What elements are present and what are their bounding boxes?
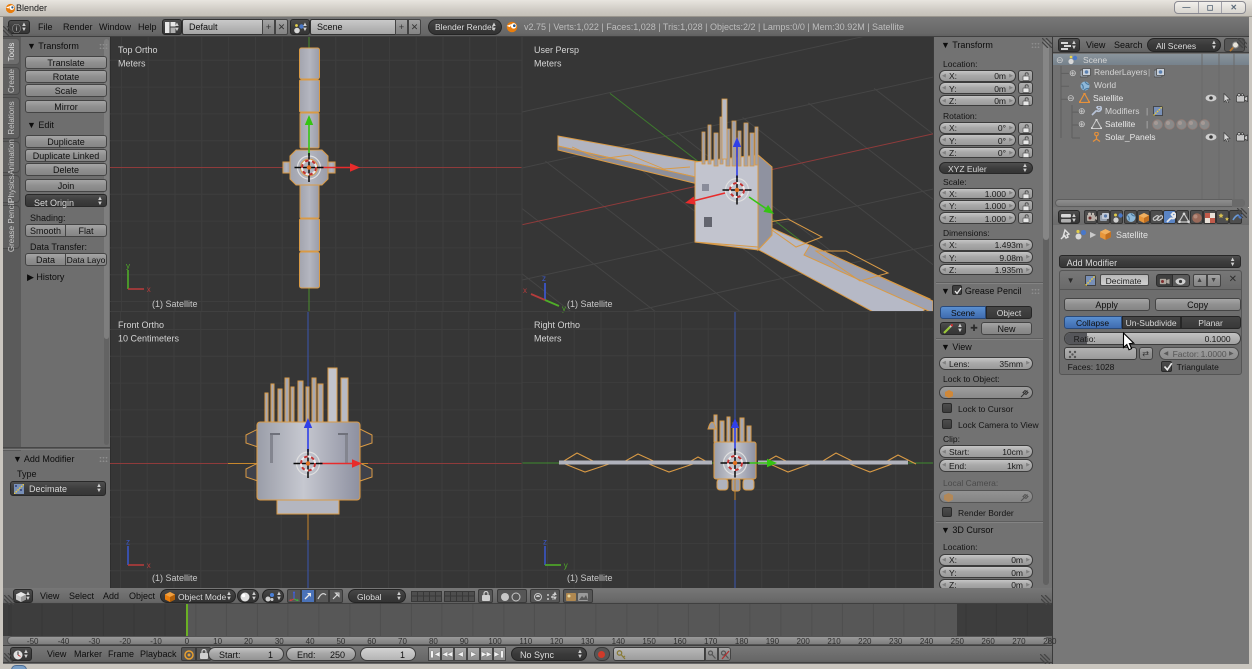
- svg-text:(1) Satellite: (1) Satellite: [152, 299, 198, 309]
- svg-text:Right Ortho: Right Ortho: [534, 320, 580, 330]
- svg-text:(1) Satellite: (1) Satellite: [567, 573, 613, 583]
- svg-text:x: x: [147, 561, 151, 570]
- svg-text:(1) Satellite: (1) Satellite: [152, 573, 198, 583]
- svg-text:Front Ortho: Front Ortho: [118, 320, 164, 330]
- svg-text:y: y: [126, 261, 130, 270]
- svg-text:x: x: [147, 285, 151, 294]
- svg-text:(1) Satellite: (1) Satellite: [567, 299, 613, 309]
- svg-text:Meters: Meters: [118, 59, 146, 69]
- svg-text:z: z: [543, 537, 547, 546]
- svg-text:z: z: [542, 274, 546, 283]
- svg-text:z: z: [126, 537, 130, 546]
- svg-text:10 Centimeters: 10 Centimeters: [118, 334, 180, 344]
- svg-text:Meters: Meters: [534, 334, 562, 344]
- svg-text:Top Ortho: Top Ortho: [118, 45, 158, 55]
- svg-text:Meters: Meters: [534, 59, 562, 69]
- svg-text:User Persp: User Persp: [534, 45, 579, 55]
- svg-text:x: x: [523, 286, 527, 295]
- svg-text:y: y: [564, 561, 568, 570]
